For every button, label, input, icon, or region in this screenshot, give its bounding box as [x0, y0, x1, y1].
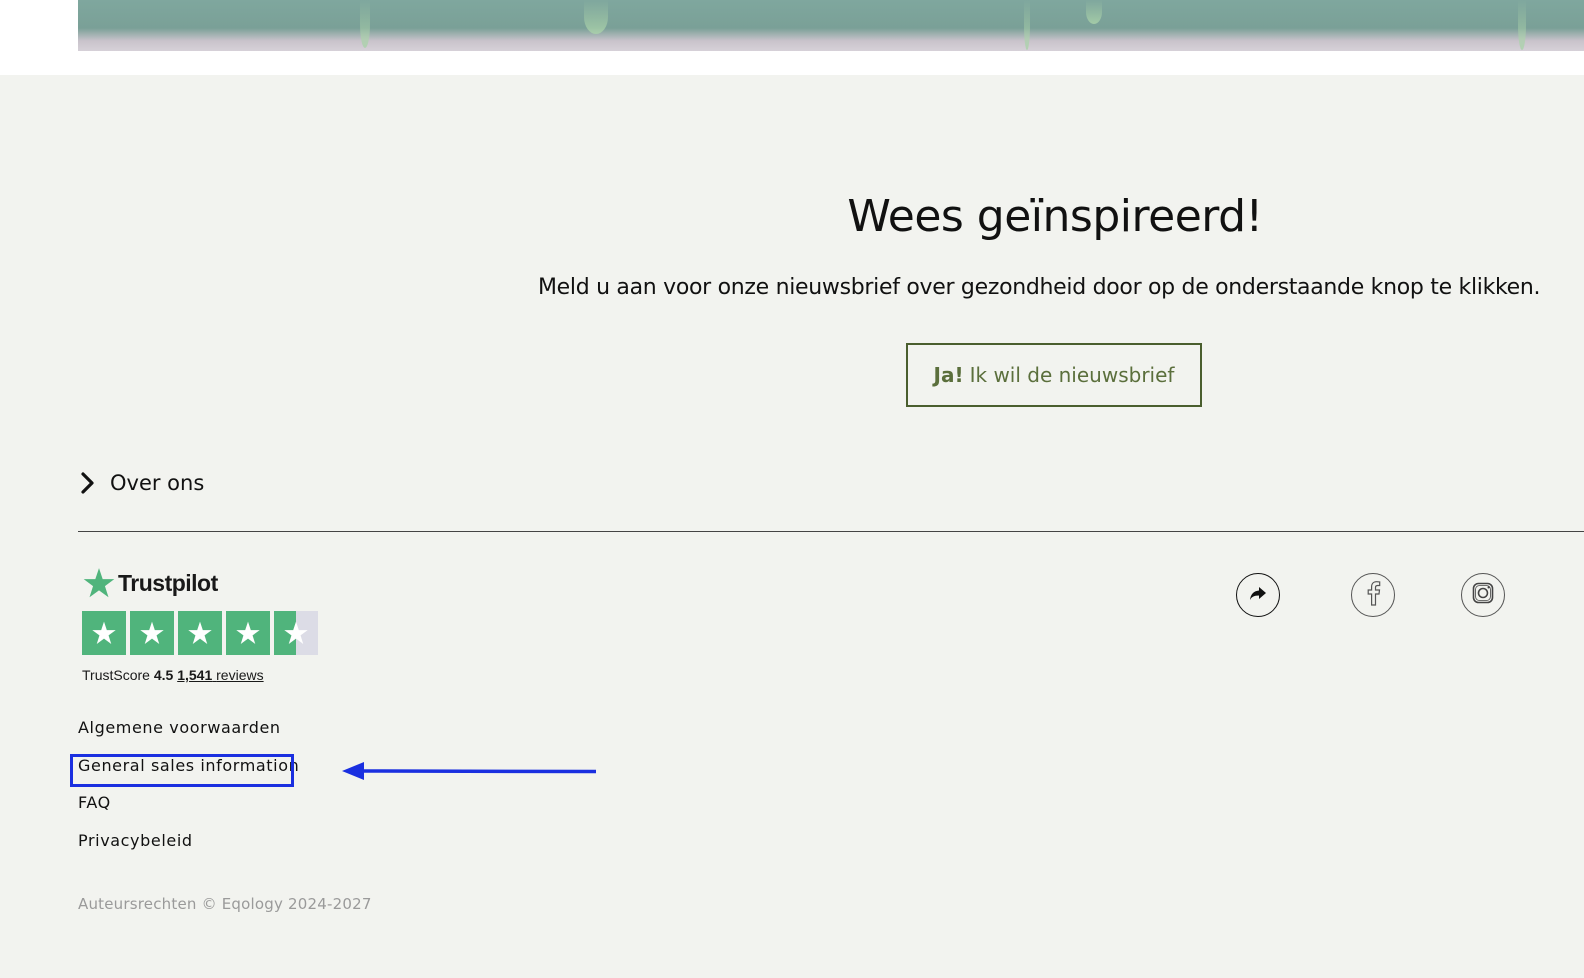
copyright-notice: Auteursrechten © Eqology 2024-2027	[78, 895, 372, 913]
instagram-link[interactable]	[1461, 573, 1505, 617]
instagram-icon	[1471, 581, 1495, 609]
trustscore: TrustScore 4.5 1,541 reviews	[82, 667, 332, 683]
trustpilot-brand: Trustpilot	[118, 569, 218, 596]
trustpilot-rating-stars	[82, 611, 332, 655]
hero-image	[78, 0, 1584, 51]
reviews-count: 1,541	[177, 667, 213, 683]
footer-link-privacybeleid[interactable]: Privacybeleid	[78, 831, 299, 869]
trustscore-label: TrustScore	[82, 667, 150, 683]
rating-star	[178, 611, 222, 655]
newsletter-button-label: Ik wil de nieuwsbrief	[969, 363, 1175, 387]
footer-divider	[78, 531, 1584, 532]
about-us-label: Over ons	[110, 471, 205, 495]
chevron-right-icon	[78, 471, 98, 495]
footer-links: Algemene voorwaarden General sales inform…	[78, 718, 299, 868]
reviews-label: reviews	[216, 667, 264, 683]
footer: Wees geïnspireerd! Meld u aan voor onze …	[0, 75, 1584, 978]
newsletter-title: Wees geïnspireerd!	[847, 191, 1263, 242]
trustscore-value: 4.5	[153, 667, 174, 683]
annotation-arrow-icon	[342, 762, 597, 780]
facebook-link[interactable]	[1351, 573, 1395, 617]
rating-star	[274, 611, 318, 655]
share-icon	[1248, 583, 1268, 607]
trustpilot-widget[interactable]: Trustpilot TrustScore 4.5 1,541 reviews	[82, 565, 332, 683]
facebook-icon	[1363, 580, 1383, 610]
rating-star	[226, 611, 270, 655]
footer-link-algemene-voorwaarden[interactable]: Algemene voorwaarden	[78, 718, 299, 756]
trustpilot-star-icon	[83, 568, 115, 598]
trustpilot-reviews-link[interactable]: 1,541 reviews	[177, 667, 263, 683]
rating-star	[130, 611, 174, 655]
trustpilot-logo: Trustpilot	[82, 565, 332, 601]
footer-link-general-sales-information[interactable]: General sales information	[78, 756, 299, 794]
share-button[interactable]	[1236, 573, 1280, 617]
footer-link-faq[interactable]: FAQ	[78, 793, 299, 831]
page: Wees geïnspireerd! Meld u aan voor onze …	[0, 0, 1584, 978]
newsletter-description: Meld u aan voor onze nieuwsbrief over ge…	[538, 275, 1541, 300]
newsletter-signup-button[interactable]: Ja! Ik wil de nieuwsbrief	[906, 343, 1202, 407]
about-us-accordion[interactable]: Over ons	[78, 471, 204, 495]
newsletter-button-strong: Ja!	[933, 363, 964, 387]
rating-star	[82, 611, 126, 655]
